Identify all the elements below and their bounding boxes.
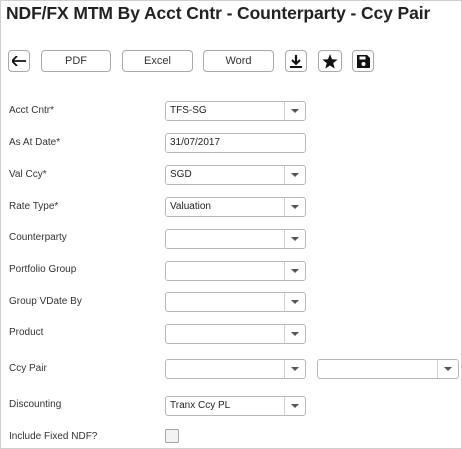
portfolio-group-select[interactable] [165,261,306,281]
floppy-disk-icon [356,54,370,68]
acct-cntr-select[interactable]: TFS-SG [165,101,306,121]
chevron-down-icon[interactable] [284,230,305,248]
discounting-label: Discounting [9,399,62,410]
chevron-down-icon[interactable] [284,397,305,415]
val-ccy-value: SGD [170,169,192,180]
star-icon [322,53,338,69]
download-icon [290,54,302,68]
rate-type-select[interactable]: Valuation [165,197,306,217]
ccy-pair-select-1[interactable] [165,359,306,379]
product-select[interactable] [165,324,306,344]
chevron-down-icon[interactable] [284,166,305,184]
group-vdate-by-select[interactable] [165,292,306,312]
discounting-value: Tranx Ccy PL [170,400,231,411]
save-button[interactable] [352,50,374,72]
include-fixed-ndf-checkbox[interactable] [165,429,179,443]
word-button[interactable]: Word [203,50,274,72]
arrow-left-icon [12,56,26,66]
chevron-down-icon[interactable] [437,360,458,378]
favorite-button[interactable] [318,50,342,72]
chevron-down-icon[interactable] [284,262,305,280]
chevron-down-icon[interactable] [284,293,305,311]
rate-type-label: Rate Type* [9,201,59,212]
product-label: Product [9,327,44,338]
val-ccy-label: Val Ccy* [9,169,47,180]
report-panel: NDF/FX MTM By Acct Cntr - Counterparty -… [0,0,462,449]
page-title: NDF/FX MTM By Acct Cntr - Counterparty -… [6,3,431,23]
acct-cntr-label: Acct Cntr* [9,105,55,116]
include-fixed-ndf-label: Include Fixed NDF? [9,431,98,442]
pdf-button[interactable]: PDF [41,50,111,72]
val-ccy-select[interactable]: SGD [165,165,306,185]
download-button[interactable] [285,50,307,72]
portfolio-group-label: Portfolio Group [9,264,77,275]
rate-type-value: Valuation [170,201,211,212]
ccy-pair-label: Ccy Pair [9,363,47,374]
as-at-date-input[interactable]: 31/07/2017 [165,133,306,153]
group-vdate-by-label: Group VDate By [9,296,82,307]
ccy-pair-select-2[interactable] [317,359,459,379]
acct-cntr-value: TFS-SG [170,105,207,116]
chevron-down-icon[interactable] [284,198,305,216]
as-at-date-value: 31/07/2017 [170,137,221,148]
discounting-select[interactable]: Tranx Ccy PL [165,396,306,416]
excel-button[interactable]: Excel [122,50,193,72]
chevron-down-icon[interactable] [284,325,305,343]
counterparty-select[interactable] [165,229,306,249]
counterparty-label: Counterparty [9,232,67,243]
as-at-date-label: As At Date* [9,137,61,148]
back-button[interactable] [8,50,30,72]
chevron-down-icon[interactable] [284,360,305,378]
chevron-down-icon[interactable] [284,102,305,120]
